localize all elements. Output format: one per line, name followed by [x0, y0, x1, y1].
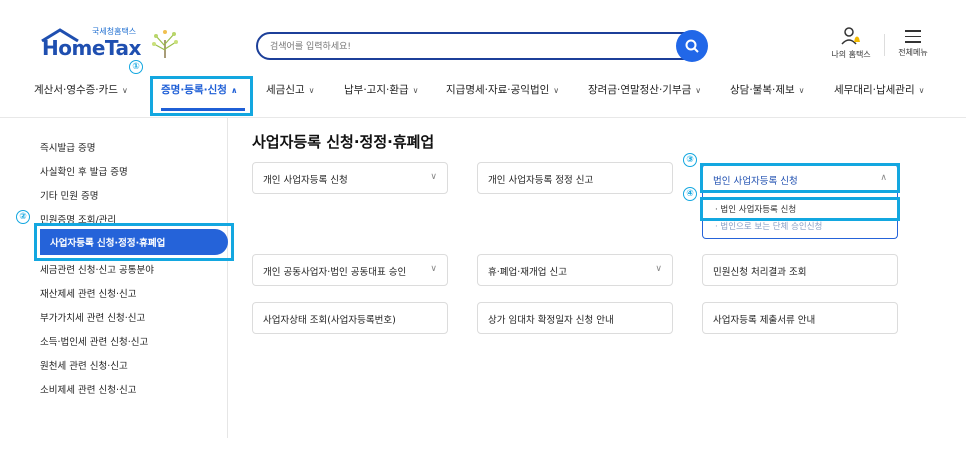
card-label: 상가 임대차 확정일자 신청 안내 [488, 315, 614, 326]
nav-item-tax-agent[interactable]: 세무대리·납세관리 ∨ [834, 82, 924, 97]
header: 국세청홈택스 HomeTax 나의 홈택스 전체메뉴 [0, 0, 966, 118]
card-personal-registration[interactable]: 개인 사업자등록 신청 ∨ [252, 162, 448, 194]
hamburger-icon [905, 30, 921, 43]
card-label: 휴·폐업·재개업 신고 [488, 267, 567, 278]
card-closure-report[interactable]: 휴·폐업·재개업 신고 ∨ [477, 254, 673, 286]
nav-item-receipts[interactable]: 계산서·영수증·카드 ∨ [34, 82, 128, 97]
my-hometax-button[interactable]: 나의 홈택스 [826, 26, 876, 66]
all-menu-label: 전체메뉴 [898, 47, 928, 57]
step-badge-2: ② [16, 210, 30, 224]
chevron-down-icon: ∨ [430, 264, 437, 274]
highlight-box-card [700, 163, 900, 193]
tree-icon [152, 30, 178, 58]
highlight-box-sidebar [34, 223, 234, 261]
nav-label: 지급명세·자료·공익법인 [446, 84, 550, 96]
card-label: 민원신청 처리결과 조회 [713, 267, 807, 278]
hometax-logo[interactable]: 국세청홈택스 HomeTax [40, 24, 190, 70]
search-icon [685, 39, 699, 53]
main-nav: 계산서·영수증·카드 ∨ 증명·등록·신청 ∧ 세금신고 ∨ 납부·고지·환급 ∨ 지급… [0, 76, 966, 104]
highlight-box-nav [150, 76, 253, 116]
header-divider [884, 34, 885, 56]
card-result-inquiry[interactable]: 민원신청 처리결과 조회 [702, 254, 898, 286]
nav-label: 계산서·영수증·카드 [34, 84, 118, 96]
sidebar-item[interactable]: 세금관련 신청·신고 공통분야 [40, 262, 154, 276]
sidebar-item[interactable]: 기타 민원 증명 [40, 188, 98, 202]
search-box[interactable] [256, 32, 704, 60]
nav-item-payment[interactable]: 납부·고지·환급 ∨ [344, 82, 419, 97]
highlight-box-dropdown-item [700, 197, 900, 221]
nav-item-statements[interactable]: 지급명세·자료·공익법인 ∨ [446, 82, 559, 97]
nav-item-incentives[interactable]: 장려금·연말정산·기부금 ∨ [588, 82, 701, 97]
card-joint-approval[interactable]: 개인 공동사업자·법인 공동대표 승인 ∨ [252, 254, 448, 286]
chevron-down-icon: ∨ [121, 86, 128, 95]
card-label: 개인 공동사업자·법인 공동대표 승인 [263, 267, 407, 278]
logo-text: HomeTax [42, 36, 141, 60]
nav-label: 납부·고지·환급 [344, 84, 409, 96]
chevron-down-icon: ∨ [430, 172, 437, 182]
nav-label: 세금신고 [266, 84, 305, 96]
card-label: 개인 사업자등록 신청 [263, 175, 348, 186]
chevron-down-icon: ∨ [918, 86, 925, 95]
card-label: 개인 사업자등록 정정 신고 [488, 175, 594, 186]
card-lease-date[interactable]: 상가 임대차 확정일자 신청 안내 [477, 302, 673, 334]
sidebar-item[interactable]: 원천세 관련 신청·신고 [40, 358, 128, 372]
nav-item-tax-filing[interactable]: 세금신고 ∨ [266, 82, 315, 97]
chevron-down-icon: ∨ [308, 86, 315, 95]
chevron-down-icon: ∨ [412, 86, 419, 95]
chevron-down-icon: ∨ [655, 264, 662, 274]
card-label: 사업자등록 제출서류 안내 [713, 315, 816, 326]
search-button[interactable] [676, 30, 708, 62]
chevron-down-icon: ∨ [695, 86, 702, 95]
chevron-down-icon: ∨ [553, 86, 560, 95]
my-hometax-label: 나의 홈택스 [831, 50, 871, 59]
sidebar-item[interactable]: 즉시발급 증명 [40, 140, 95, 154]
nav-label: 장려금·연말정산·기부금 [588, 84, 692, 96]
sidebar-item[interactable]: 소득·법인세 관련 신청·신고 [40, 334, 148, 348]
page-title: 사업자등록 신청·정정·휴폐업 [252, 133, 435, 151]
step-badge-3: ③ [683, 153, 697, 167]
card-label: 사업자상태 조회(사업자등록번호) [263, 315, 396, 326]
step-badge-1: ① [129, 60, 143, 74]
card-personal-correction[interactable]: 개인 사업자등록 정정 신고 [477, 162, 673, 194]
sidebar-item[interactable]: 사실확인 후 발급 증명 [40, 164, 128, 178]
card-status-inquiry[interactable]: 사업자상태 조회(사업자등록번호) [252, 302, 448, 334]
sidebar-item[interactable]: 재산제세 관련 신청·신고 [40, 286, 136, 300]
nav-item-consulting[interactable]: 상담·불복·제보 ∨ [730, 82, 805, 97]
nav-label: 상담·불복·제보 [730, 84, 795, 96]
search-input[interactable] [270, 38, 670, 56]
step-badge-4: ④ [683, 187, 697, 201]
sidebar: 즉시발급 증명 사실확인 후 발급 증명 기타 민원 증명 민원증명 조회/관리… [32, 118, 228, 438]
chevron-down-icon: ∨ [798, 86, 805, 95]
sidebar-item[interactable]: 부가가치세 관련 신청·신고 [40, 310, 145, 324]
card-documents-guide[interactable]: 사업자등록 제출서류 안내 [702, 302, 898, 334]
user-icon [841, 27, 860, 45]
sidebar-item[interactable]: 소비제세 관련 신청·신고 [40, 382, 136, 396]
all-menu-button[interactable]: 전체메뉴 [893, 26, 933, 66]
nav-label: 세무대리·납세관리 [834, 84, 915, 96]
dropdown-item-group-approval[interactable]: · 법인으로 보는 단체 승인신청 [715, 220, 822, 232]
